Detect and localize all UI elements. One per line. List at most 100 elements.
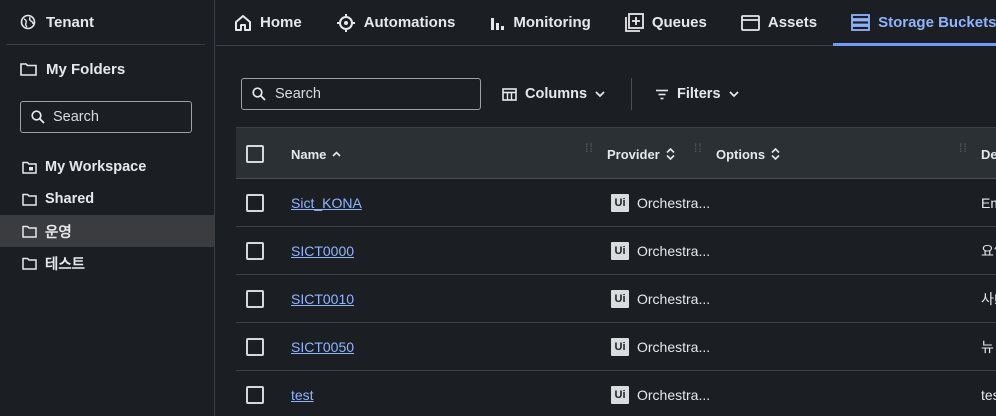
folder-icon [22, 257, 37, 270]
provider-cell: Ui Orchestra... [611, 371, 710, 416]
row-checkbox[interactable] [246, 194, 264, 212]
description-text: 사! [981, 291, 996, 307]
columns-label: Columns [525, 86, 588, 102]
column-header-description[interactable]: De [981, 128, 996, 180]
tab-label: Automations [363, 14, 456, 31]
uipath-logo-icon: Ui [611, 290, 629, 308]
my-folders-header: My Folders [20, 58, 125, 80]
filters-label: Filters [677, 86, 721, 102]
tab-label: Home [260, 14, 302, 31]
globe-icon [20, 14, 36, 30]
toolbar: Columns Filters [241, 78, 996, 110]
tab-monitoring[interactable]: Monitoring [471, 0, 606, 45]
column-resize-handle[interactable]: ⁞⁞ [959, 142, 969, 163]
row-checkbox[interactable] [246, 338, 264, 356]
table-row[interactable]: SICT0000 Ui Orchestra... 요? [236, 227, 996, 275]
table-row[interactable]: Sict_KONA Ui Orchestra... Em [236, 179, 996, 227]
chevron-down-icon [595, 90, 605, 98]
storage-buckets-icon [851, 14, 870, 31]
sidebar-item-label: Shared [45, 191, 95, 207]
provider-cell: Ui Orchestra... [611, 227, 710, 275]
tenant-selector[interactable]: Tenant [6, 0, 205, 45]
provider-text: Orchestra... [637, 243, 711, 259]
checkbox[interactable] [246, 145, 264, 163]
sidebar-item-test[interactable]: 테스트 [0, 247, 215, 279]
column-header-label: De [981, 146, 996, 162]
uipath-logo-icon: Ui [611, 386, 629, 404]
bucket-search[interactable] [241, 78, 481, 110]
tab-label: Storage Buckets [878, 14, 996, 31]
sidebar: Tenant My Folders My Workspace Shared 운영 [0, 0, 215, 416]
monitoring-icon [489, 15, 505, 31]
column-header-options[interactable]: Options [716, 128, 780, 180]
column-resize-handle[interactable]: ⁞⁞ [585, 142, 595, 163]
uipath-logo-icon: Ui [611, 194, 629, 212]
column-header-provider[interactable]: Provider [607, 128, 675, 180]
toolbar-divider [631, 78, 632, 110]
column-header-label: Provider [607, 146, 660, 162]
column-header-name[interactable]: Name [291, 128, 341, 180]
bucket-name-link[interactable]: test [291, 387, 314, 403]
sort-icon [771, 148, 780, 160]
description-text: 뉴 [981, 339, 994, 355]
search-icon [252, 87, 266, 101]
row-checkbox[interactable] [246, 290, 264, 308]
tab-label: Queues [651, 14, 707, 31]
top-navigation: Home Automations Monitoring Queues Asset… [216, 0, 996, 46]
tab-home[interactable]: Home [216, 0, 318, 45]
bucket-name-link[interactable]: SICT0050 [291, 339, 354, 355]
provider-text: Orchestra... [637, 195, 711, 211]
row-checkbox[interactable] [246, 386, 264, 404]
bucket-name-link[interactable]: SICT0010 [291, 291, 354, 307]
storage-buckets-table: Name ⁞⁞ Provider ⁞⁞ Options ⁞⁞ De Sict_K… [236, 127, 996, 416]
folder-search[interactable] [20, 101, 192, 133]
provider-text: Orchestra... [637, 291, 711, 307]
table-row[interactable]: test Ui Orchestra... tes [236, 371, 996, 416]
column-header-label: Name [291, 146, 327, 162]
tab-storage-buckets[interactable]: Storage Buckets [833, 0, 996, 46]
bucket-search-input[interactable] [275, 86, 395, 102]
tab-automations[interactable]: Automations [318, 0, 472, 45]
folder-icon [20, 62, 37, 76]
table-row[interactable]: SICT0010 Ui Orchestra... 사! [236, 275, 996, 323]
automations-icon [336, 13, 356, 33]
column-header-label: Options [716, 146, 766, 162]
home-icon [234, 14, 252, 31]
workspace-folder-icon [22, 161, 37, 174]
search-icon [31, 110, 45, 124]
bucket-name-link[interactable]: Sict_KONA [291, 195, 362, 211]
provider-text: Orchestra... [637, 387, 711, 403]
bucket-name-link[interactable]: SICT0000 [291, 243, 354, 259]
sidebar-item-label: My Workspace [45, 159, 147, 175]
column-resize-handle[interactable]: ⁞⁞ [694, 142, 704, 163]
assets-icon [740, 14, 760, 31]
sidebar-item-operations[interactable]: 운영 [0, 215, 215, 247]
folder-icon [22, 225, 37, 238]
select-all-checkbox[interactable] [246, 128, 264, 180]
filters-button[interactable]: Filters [655, 78, 739, 110]
columns-button[interactable]: Columns [502, 78, 605, 110]
tab-label: Assets [767, 14, 818, 31]
description-text: Em [981, 195, 996, 211]
row-checkbox[interactable] [246, 242, 264, 260]
folder-search-input[interactable] [53, 109, 173, 125]
folder-icon [22, 193, 37, 206]
chevron-down-icon [728, 90, 739, 98]
sidebar-item-shared[interactable]: Shared [0, 183, 215, 215]
sidebar-item-label: 테스트 [45, 256, 86, 273]
table-header: Name ⁞⁞ Provider ⁞⁞ Options ⁞⁞ De [236, 127, 996, 179]
sort-icon [666, 148, 675, 160]
tenant-label: Tenant [46, 13, 95, 31]
uipath-logo-icon: Ui [611, 242, 629, 260]
columns-icon [502, 87, 517, 101]
tab-label: Monitoring [513, 14, 591, 31]
tab-queues[interactable]: Queues [607, 0, 723, 45]
queues-icon [624, 13, 644, 32]
sidebar-item-my-workspace[interactable]: My Workspace [0, 151, 215, 183]
sidebar-item-label: 운영 [45, 224, 72, 241]
table-row[interactable]: SICT0050 Ui Orchestra... 뉴 [236, 323, 996, 371]
sort-ascending-icon [332, 151, 341, 157]
description-text: 요? [981, 243, 996, 259]
provider-text: Orchestra... [637, 339, 711, 355]
tab-assets[interactable]: Assets [723, 0, 833, 45]
